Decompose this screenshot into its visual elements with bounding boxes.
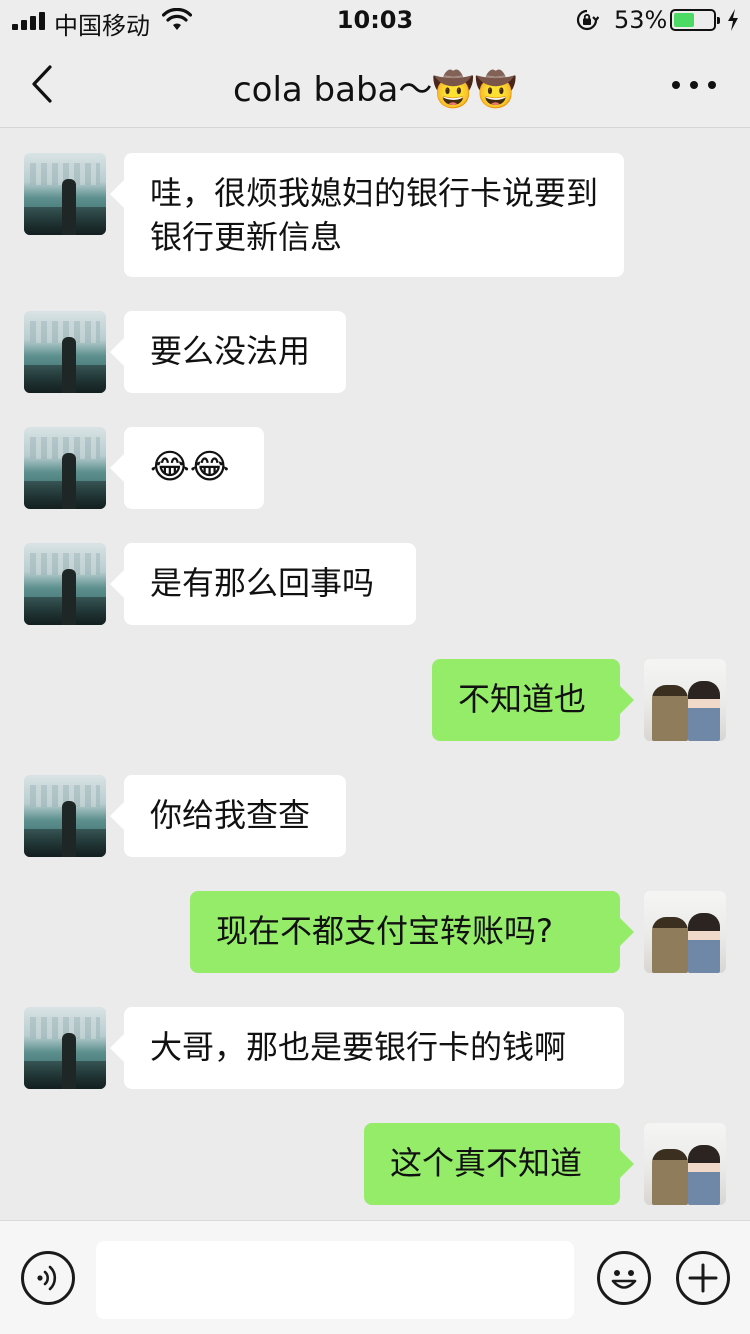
friend-avatar[interactable] — [24, 543, 106, 625]
my-avatar[interactable] — [644, 891, 726, 973]
friend-avatar[interactable] — [24, 311, 106, 393]
top-bar: 中国移动 10:03 53% cola baba～🤠🤠 — [0, 0, 750, 128]
battery-icon — [670, 9, 720, 31]
chevron-left-icon[interactable] — [28, 64, 58, 104]
message-bubble-incoming[interactable]: 😂😂 — [110, 427, 264, 509]
charging-icon — [728, 9, 738, 31]
friend-avatar[interactable] — [24, 153, 106, 235]
battery-fill — [674, 13, 695, 27]
battery-percent: 53% — [614, 6, 668, 34]
status-bar: 中国移动 10:03 53% — [0, 0, 750, 40]
more-dots-icon[interactable] — [672, 70, 716, 98]
my-avatar[interactable] — [644, 1123, 726, 1205]
message-bubble-incoming[interactable]: 哇，很烦我媳妇的银行卡说要到银行更新信息 — [110, 153, 624, 277]
chat-title[interactable]: cola baba～🤠🤠 — [120, 62, 630, 111]
message-bubble-outgoing[interactable]: 不知道也 — [432, 659, 634, 741]
message-bubble-outgoing[interactable]: 现在不都支付宝转账吗? — [190, 891, 634, 973]
nav-bar: cola baba～🤠🤠 — [0, 40, 750, 128]
friend-avatar[interactable] — [24, 775, 106, 857]
voice-icon[interactable] — [21, 1251, 75, 1305]
friend-avatar[interactable] — [24, 427, 106, 509]
friend-avatar[interactable] — [24, 1007, 106, 1089]
orientation-lock-icon — [576, 9, 599, 31]
emoji-icon[interactable] — [597, 1251, 651, 1305]
plus-icon[interactable] — [676, 1251, 730, 1305]
input-bar — [0, 1220, 750, 1334]
message-bubble-incoming[interactable]: 你给我查查 — [110, 775, 346, 857]
message-bubble-outgoing[interactable]: 这个真不知道 — [364, 1123, 634, 1205]
message-bubble-incoming[interactable]: 是有那么回事吗 — [110, 543, 416, 625]
message-bubble-incoming[interactable]: 要么没法用 — [110, 311, 346, 393]
chat-area[interactable]: 哇，很烦我媳妇的银行卡说要到银行更新信息 要么没法用 😂😂 是有那么回事吗 不知… — [0, 129, 750, 1220]
message-bubble-incoming[interactable]: 大哥，那也是要银行卡的钱啊 — [110, 1007, 624, 1089]
message-input[interactable] — [96, 1241, 574, 1319]
my-avatar[interactable] — [644, 659, 726, 741]
